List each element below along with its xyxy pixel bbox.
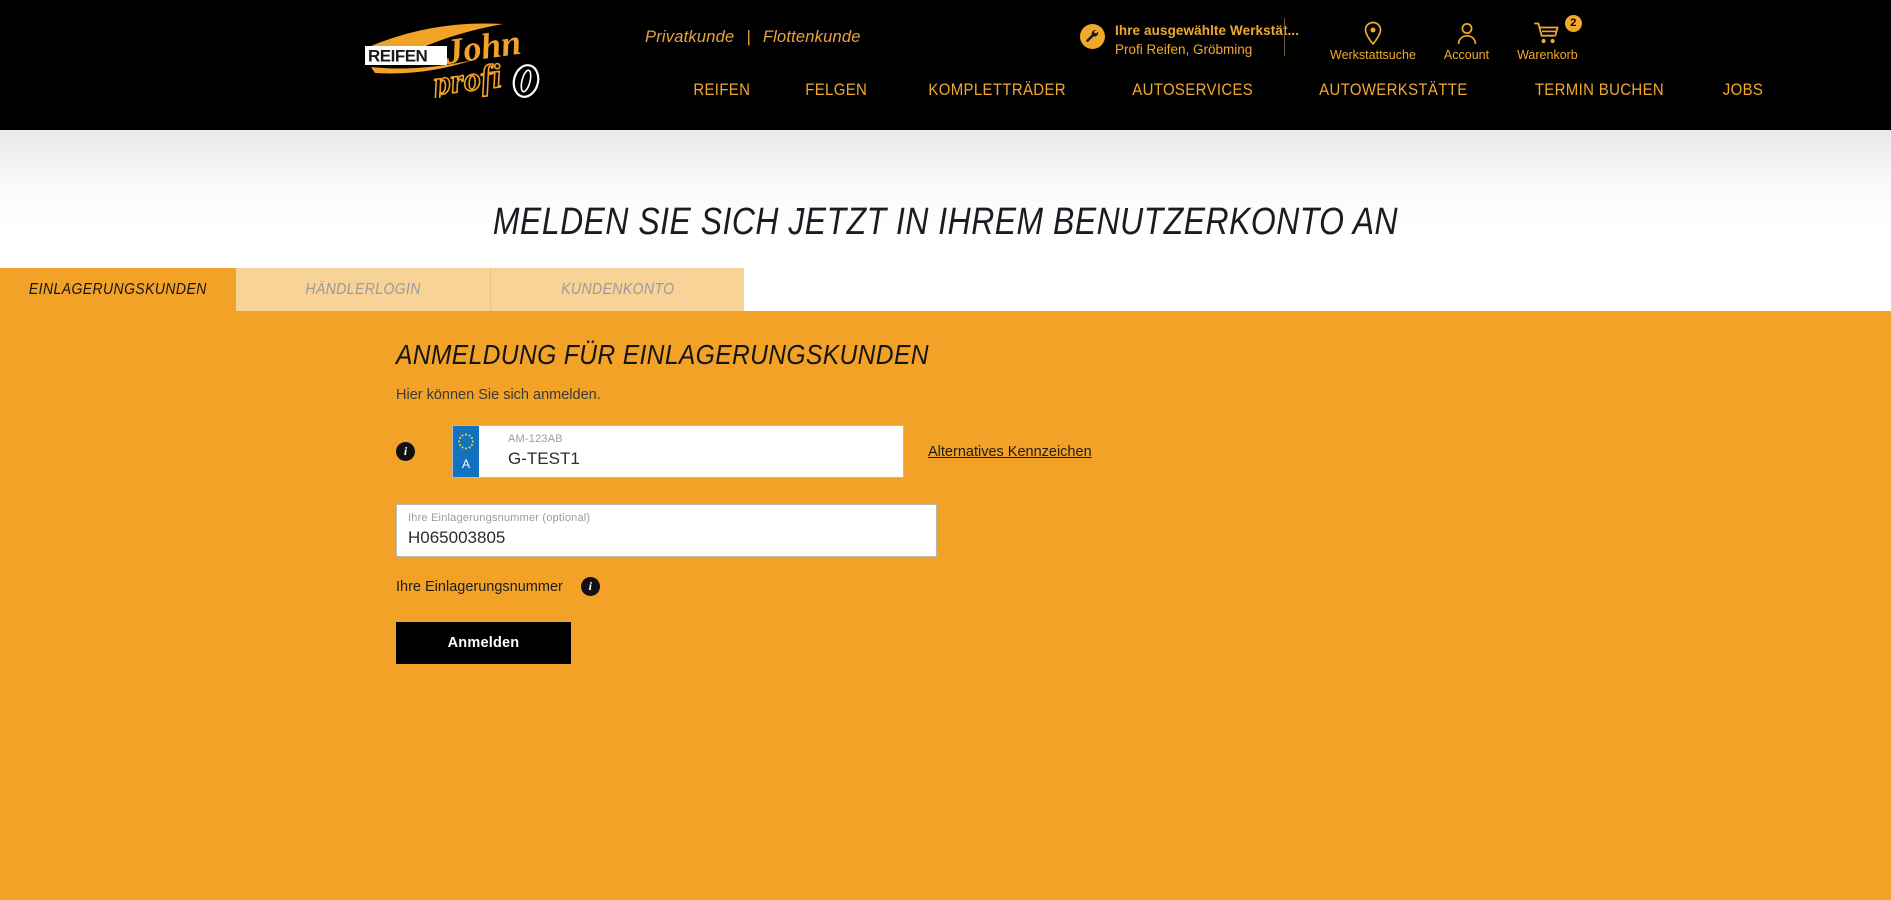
nav-item-termin-buchen[interactable]: TERMIN BUCHEN <box>1513 80 1684 100</box>
tab-haendlerlogin[interactable]: HÄNDLERLOGIN <box>236 268 490 311</box>
header-utilities: Werkstattsuche Account 2 Warenkorb <box>1330 15 1582 62</box>
tab-label-haendlerlogin: HÄNDLERLOGIN <box>305 280 421 298</box>
tab-label-kundenkonto: KUNDENKONTO <box>560 280 675 298</box>
utility-warenkorb[interactable]: 2 Warenkorb <box>1517 15 1582 62</box>
tab-einlagerungskunden[interactable]: EINLAGERUNGSKUNDEN <box>0 268 236 311</box>
wrench-icon <box>1080 24 1105 49</box>
selected-workshop[interactable]: Ihre ausgewählte Werkstät... Profi Reife… <box>1080 22 1299 59</box>
user-icon <box>1444 20 1489 46</box>
utility-werkstattsuche[interactable]: Werkstattsuche <box>1330 20 1416 62</box>
login-panel: ANMELDUNG FÜR EINLAGERUNGSKUNDEN Hier kö… <box>0 311 1891 900</box>
eu-country-badge: A <box>453 426 479 477</box>
plate-field-label: AM-123AB <box>508 433 563 445</box>
plate-row: i A AM-123AB G-TEST1 Alternatives Kennze… <box>396 425 1216 478</box>
nav-item-jobs[interactable]: JOBS <box>1702 80 1785 100</box>
tab-label-einlagerungskunden: EINLAGERUNGSKUNDEN <box>29 280 207 298</box>
workshop-name: Profi Reifen, Gröbming <box>1115 41 1253 57</box>
plate-input[interactable] <box>508 448 903 472</box>
wrench-icon-glyph <box>1086 30 1099 43</box>
nav-item-kompletraeder[interactable]: KOMPLETTRÄDER <box>907 80 1087 100</box>
utility-account[interactable]: Account <box>1444 20 1489 62</box>
utility-label-warenkorb: Warenkorb <box>1517 48 1578 62</box>
user-icon-glyph <box>1457 22 1476 44</box>
form-heading: ANMELDUNG FÜR EINLAGERUNGSKUNDEN <box>396 339 929 370</box>
map-pin-icon-glyph <box>1364 21 1382 45</box>
nav-item-autowerkstaette[interactable]: AUTOWERKSTÄTTE <box>1298 80 1489 100</box>
cart-icon-glyph <box>1534 22 1560 43</box>
logo-graphic: REIFEN John profi <box>365 22 540 98</box>
tab-kundenkonto[interactable]: KUNDENKONTO <box>490 268 744 311</box>
customer-links-separator: | <box>746 28 751 46</box>
login-form: ANMELDUNG FÜR EINLAGERUNGSKUNDEN Hier kö… <box>396 339 1216 664</box>
utility-label-account: Account <box>1443 48 1490 62</box>
info-icon[interactable]: i <box>396 442 415 461</box>
plate-input-wrap: AM-123AB <box>479 426 903 477</box>
page-title-band: MELDEN SIE SICH JETZT IN IHREM BENUTZERK… <box>0 130 1891 268</box>
link-flottenkunde[interactable]: Flottenkunde <box>763 28 861 46</box>
storage-hint-text: Ihre Einlagerungsnummer <box>396 578 563 595</box>
site-header: REIFEN John profi Privatkunde | Flottenkun… <box>0 0 1891 130</box>
storage-hint-row: Ihre Einlagerungsnummer i <box>396 577 1216 596</box>
cart-count-badge: 2 <box>1564 15 1582 32</box>
eu-country-code: A <box>461 457 470 471</box>
login-tabs: EINLAGERUNGSKUNDEN HÄNDLERLOGIN KUNDENKO… <box>0 268 1891 311</box>
storage-field-label: Ihre Einlagerungsnummer (optional) <box>408 512 591 524</box>
form-subheading: Hier können Sie sich anmelden. <box>396 387 601 403</box>
alternative-plate-link[interactable]: Alternatives Kennzeichen <box>928 444 1092 460</box>
nav-item-felgen[interactable]: FELGEN <box>784 80 888 100</box>
nav-item-autoservices[interactable]: AUTOSERVICES <box>1111 80 1274 100</box>
storage-row: Ihre Einlagerungsnummer (optional) <box>396 504 1216 557</box>
workshop-title: Ihre ausgewählte Werkstät... <box>1115 23 1300 38</box>
site-logo[interactable]: REIFEN John profi <box>363 18 573 98</box>
svg-text:REIFEN: REIFEN <box>368 47 428 66</box>
header-divider <box>1284 18 1285 56</box>
customer-type-links: Privatkunde | Flottenkunde <box>645 28 861 47</box>
eu-stars-icon <box>458 433 474 450</box>
link-privatkunde[interactable]: Privatkunde <box>645 28 734 46</box>
utility-label-werkstattsuche: Werkstattsuche <box>1330 48 1416 62</box>
nav-item-reifen[interactable]: REIFEN <box>693 80 771 100</box>
storage-number-field[interactable]: Ihre Einlagerungsnummer (optional) <box>396 504 937 557</box>
anmelden-button[interactable]: Anmelden <box>396 622 571 664</box>
main-navigation: REIFEN FELGEN KOMPLETTRÄDER AUTOSERVICES… <box>688 80 1790 100</box>
info-icon[interactable]: i <box>580 577 600 596</box>
page-title: MELDEN SIE SICH JETZT IN IHREM BENUTZERK… <box>492 201 1399 244</box>
license-plate-field[interactable]: A AM-123AB <box>452 425 904 478</box>
map-pin-icon <box>1330 20 1416 46</box>
storage-number-input[interactable] <box>408 527 936 551</box>
